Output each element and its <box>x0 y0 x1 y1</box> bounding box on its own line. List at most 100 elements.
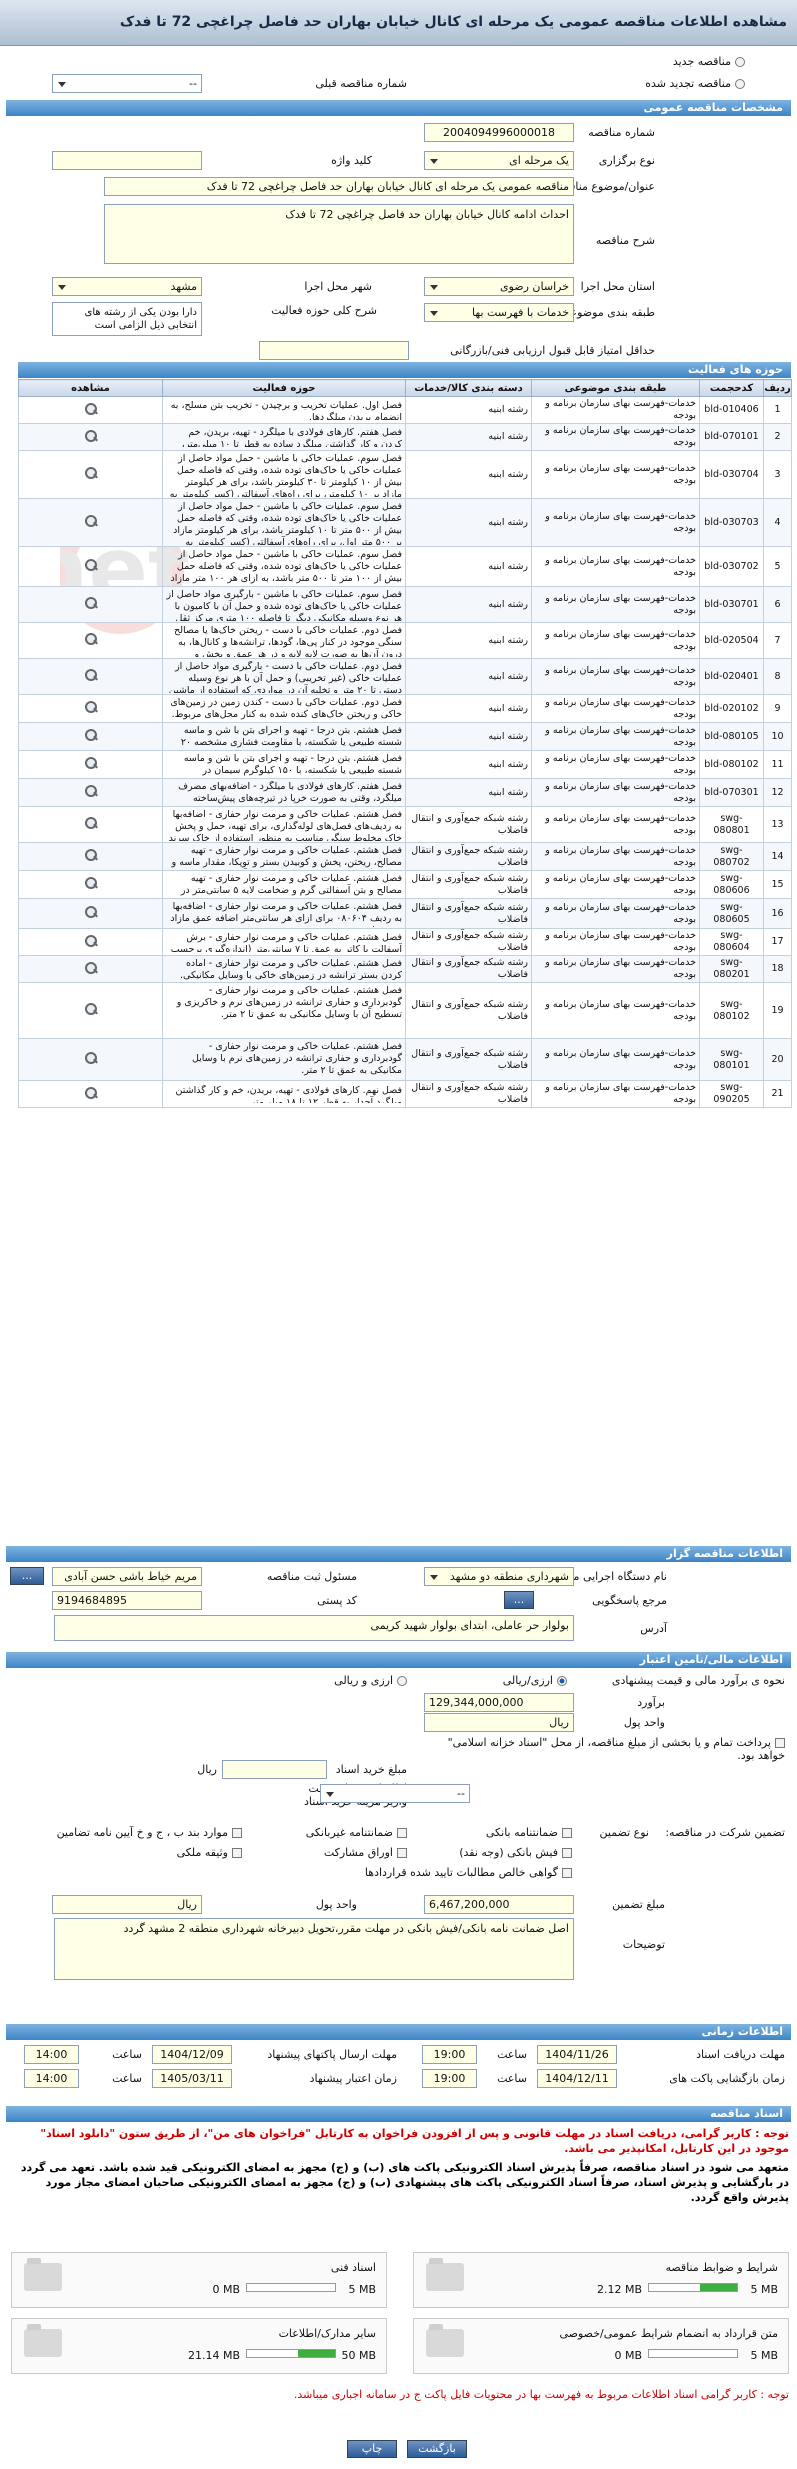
g6-checkbox[interactable] <box>232 1848 242 1858</box>
cell-view[interactable] <box>18 806 163 843</box>
cell-view[interactable] <box>18 1080 163 1108</box>
magnifier-icon[interactable] <box>83 934 99 947</box>
new-tender-radio[interactable] <box>735 57 745 67</box>
magnifier-icon[interactable] <box>83 728 99 741</box>
file-box[interactable]: سایر مدارک/اطلاعات 50 MB 21.14 MB <box>11 2318 387 2374</box>
category-select[interactable]: خدمات با فهرست بها <box>424 303 574 322</box>
cell-view[interactable] <box>18 870 163 899</box>
renewed-tender-radio[interactable] <box>735 79 745 89</box>
magnifier-icon[interactable] <box>83 466 99 479</box>
magnifier-icon[interactable] <box>83 816 99 829</box>
magnifier-icon[interactable] <box>83 429 99 442</box>
magnifier-icon[interactable] <box>83 514 99 527</box>
rial-option[interactable]: ارزی/ریالی <box>503 1674 567 1687</box>
file-box[interactable]: شرایط و ضوابط مناقصه 5 MB 2.12 MB <box>413 2252 789 2308</box>
magnifier-icon[interactable] <box>83 905 99 918</box>
g5-option[interactable]: اوراق مشارکت <box>324 1846 407 1859</box>
cell-text: bld-080105 <box>704 730 759 742</box>
cell-view[interactable] <box>18 622 163 659</box>
new-tender-option[interactable]: مناقصه جدید <box>673 55 745 68</box>
cell-view[interactable] <box>18 450 163 499</box>
section-organizer: اطلاعات مناقصه گزار <box>6 1546 791 1562</box>
back-button[interactable]: بازگشت <box>407 2440 467 2458</box>
g7-checkbox[interactable] <box>562 1868 572 1878</box>
cell-view[interactable] <box>18 694 163 723</box>
rial-radio[interactable] <box>557 1676 567 1686</box>
tender-number-field: 2004094996000018 <box>424 123 574 142</box>
magnifier-icon[interactable] <box>83 784 99 797</box>
g4-option[interactable]: فیش بانکی (وجه نقد) <box>459 1846 572 1859</box>
cell-product-group: رشته شبکه جمع‌آوری و انتقال فاضلاب <box>405 982 532 1039</box>
magnifier-icon[interactable] <box>83 876 99 889</box>
file-size: 2.12 MB <box>596 2283 642 2296</box>
scope-list[interactable]: دارا بودن یکی از رشته های انتخابی ذیل ال… <box>52 302 202 336</box>
magnifier-icon[interactable] <box>83 756 99 769</box>
file-box[interactable]: اسناد فنی 5 MB 0 MB <box>11 2252 387 2308</box>
cell-text: bld-070301 <box>704 786 759 798</box>
g6-option[interactable]: وثیقه ملکی <box>177 1846 242 1859</box>
cell-view[interactable] <box>18 1038 163 1081</box>
magnifier-icon[interactable] <box>83 1086 99 1099</box>
account-select[interactable]: -- <box>320 1784 470 1803</box>
table-row: 16 swg-080605 خدمات-فهرست بهای سازمان برنا… <box>18 898 792 929</box>
cell-text: خدمات-فهرست بهای سازمان برنامه و بودجه <box>545 724 696 748</box>
cell-view[interactable] <box>18 658 163 695</box>
magnifier-icon[interactable] <box>83 596 99 609</box>
magnifier-icon[interactable] <box>83 1002 99 1015</box>
g3-option[interactable]: موارد بند ب ، ج و خ آیین نامه تضامین <box>57 1826 242 1839</box>
kind-select[interactable]: یک مرحله ای <box>424 151 574 170</box>
file-box[interactable]: متن قرارداد به انضمام شرایط عمومی/خصوصی 5… <box>413 2318 789 2374</box>
g7-option[interactable]: گواهی خالص مطالبات تایید شده قراردادها <box>365 1866 572 1879</box>
cell-text: bld-070101 <box>704 431 759 442</box>
renewed-tender-option[interactable]: مناقصه تجدید شده <box>645 77 745 90</box>
cell-view[interactable] <box>18 396 163 424</box>
cell-view[interactable] <box>18 842 163 871</box>
g1-option[interactable]: ضمانتنامه بانکی <box>486 1826 572 1839</box>
cell-view[interactable] <box>18 586 163 623</box>
g5-checkbox[interactable] <box>397 1848 407 1858</box>
magnifier-icon[interactable] <box>83 700 99 713</box>
cell-view[interactable] <box>18 898 163 929</box>
g2-option[interactable]: ضمانتنامه غیربانکی <box>306 1826 407 1839</box>
cell-view[interactable] <box>18 750 163 779</box>
city-select[interactable]: مشهد <box>52 277 202 296</box>
cell-text: swg-090205 <box>713 1082 750 1105</box>
fx-radio[interactable] <box>397 1676 407 1686</box>
guarantee-amount-field: 6,467,200,000 <box>424 1895 574 1914</box>
cell-text: رشته شبکه جمع‌آوری و انتقال فاضلاب <box>411 901 528 925</box>
cell-view[interactable] <box>18 778 163 807</box>
magnifier-icon[interactable] <box>83 668 99 681</box>
print-button[interactable]: چاپ <box>347 2440 397 2458</box>
magnifier-icon[interactable] <box>83 402 99 415</box>
cell-view[interactable] <box>18 955 163 983</box>
org-select[interactable]: شهرداری منطقه دو مشهد <box>424 1567 574 1586</box>
magnifier-icon[interactable] <box>83 1051 99 1064</box>
cell-view[interactable] <box>18 982 163 1039</box>
file-size: 21.14 MB <box>187 2349 240 2362</box>
fx-option[interactable]: ارزی و ریالی <box>334 1674 407 1687</box>
g1-checkbox[interactable] <box>562 1828 572 1838</box>
cell-text: فصل هشتم. عملیات خاکی و مرمت نوار حفاری … <box>180 872 402 896</box>
pay-checkbox[interactable] <box>775 1738 785 1748</box>
prev-number-select[interactable]: -- <box>52 74 202 93</box>
cell-view[interactable] <box>18 928 163 956</box>
ref-button[interactable]: ... <box>504 1591 534 1609</box>
g4-checkbox[interactable] <box>562 1848 572 1858</box>
g3-checkbox[interactable] <box>232 1828 242 1838</box>
province-select[interactable]: خراسان رضوی <box>424 277 574 296</box>
magnifier-icon[interactable] <box>83 961 99 974</box>
magnifier-icon[interactable] <box>83 558 99 571</box>
cell-view[interactable] <box>18 546 163 587</box>
cell-view[interactable] <box>18 722 163 751</box>
g2-checkbox[interactable] <box>397 1828 407 1838</box>
guarantee-panel: تضمین شرکت در مناقصه: نوع تضمین ضمانتنام… <box>0 1820 797 2020</box>
amount-field: 129,344,000,000 <box>424 1693 574 1712</box>
cell-activity: فصل سوم. عملیات خاکی با ماشین - حمل مواد… <box>162 498 406 547</box>
person-more-button[interactable]: ... <box>10 1567 44 1585</box>
magnifier-icon[interactable] <box>83 848 99 861</box>
keyword-field[interactable] <box>52 151 202 170</box>
magnifier-icon[interactable] <box>83 632 99 645</box>
cell-view[interactable] <box>18 498 163 547</box>
cell-text: رشته شبکه جمع‌آوری و انتقال فاضلاب <box>411 844 528 868</box>
cell-view[interactable] <box>18 423 163 451</box>
